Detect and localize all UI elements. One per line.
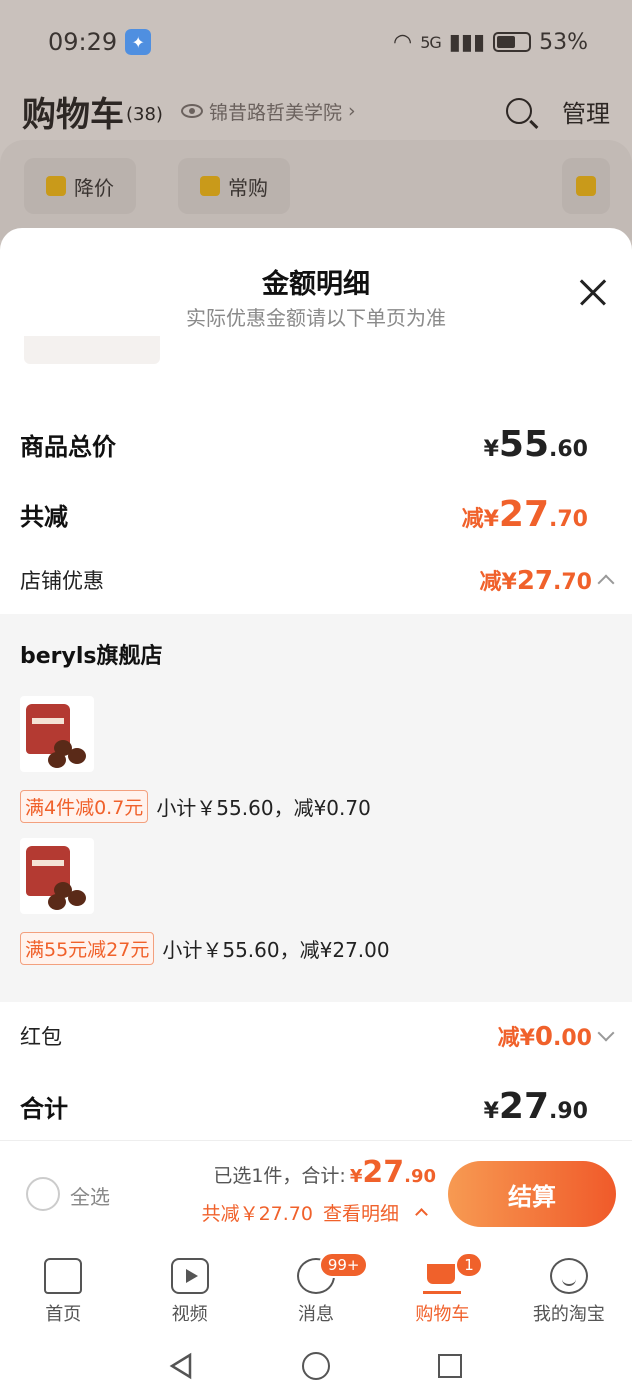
folder-button[interactable] <box>562 158 610 214</box>
goods-total-row: 商品总价 ¥55.60 <box>20 424 588 465</box>
tab-cart[interactable]: 1 购物车 <box>379 1248 505 1334</box>
cart-badge: 1 <box>455 1252 483 1278</box>
tab-messages[interactable]: 99+ 消息 <box>253 1248 379 1334</box>
chip-label: 常购 <box>228 175 268 200</box>
cart-plus-icon <box>200 176 220 196</box>
sheet-subtitle: 实际优惠金额请以下单页为准 <box>186 306 446 330</box>
location-selector[interactable]: 锦昔路哲美学院 › <box>180 98 356 125</box>
red-packet-label: 红包 <box>20 1025 62 1049</box>
promo-tag: 满55元减27元 <box>20 932 155 965</box>
chip-price-drop[interactable]: 降价 <box>24 158 136 214</box>
promo-line: 满55元减27元 小计￥55.60，减¥27.00 <box>20 932 390 965</box>
app-notification-icon: ✦ <box>125 29 152 55</box>
chevron-right-icon: › <box>347 100 356 122</box>
selected-summary: 已选1件，合计: ¥27.90 <box>213 1155 436 1190</box>
page-title: 购物车 <box>22 94 124 135</box>
discount-summary[interactable]: 共减￥27.70 查看明细 <box>201 1199 428 1226</box>
bottom-tab-bar: 首页 视频 99+ 消息 1 购物车 我的淘宝 <box>0 1248 632 1334</box>
video-icon <box>170 1258 209 1294</box>
search-icon[interactable] <box>506 98 532 124</box>
select-all-label[interactable]: 全选 <box>70 1181 110 1210</box>
sum-label: 合计 <box>20 1095 68 1123</box>
red-packet-amount: 减¥0.00 <box>497 1022 592 1052</box>
price-drop-icon <box>46 176 66 196</box>
checkout-button[interactable]: 结算 <box>448 1161 616 1227</box>
goods-total-amount: ¥55.60 <box>483 424 588 465</box>
promo-detail: 小计￥55.60，减¥27.00 <box>162 938 390 962</box>
cart-count: (38) <box>126 103 163 125</box>
battery-percent: 53% <box>539 29 588 55</box>
home-circle-icon[interactable] <box>302 1352 330 1380</box>
store-discount-panel: beryls旗舰店 满4件减0.7元 小计￥55.60，减¥0.70 满55元减… <box>0 614 632 1002</box>
status-time: 09:29 <box>48 28 118 56</box>
tab-my-taobao[interactable]: 我的淘宝 <box>506 1248 632 1334</box>
home-icon <box>44 1258 83 1294</box>
product-thumbnail-peek <box>24 336 160 364</box>
product-thumbnail[interactable] <box>20 696 94 772</box>
store-discount-row[interactable]: 店铺优惠 减¥27.70 <box>20 564 615 596</box>
recents-icon[interactable] <box>438 1354 462 1378</box>
select-all-radio[interactable] <box>26 1177 60 1211</box>
system-nav-bar <box>0 1334 632 1400</box>
chip-frequent[interactable]: 常购 <box>178 158 290 214</box>
cart-header: 购物车 (38) 锦昔路哲美学院 › 管理 <box>22 88 610 135</box>
close-icon[interactable] <box>578 278 608 308</box>
manage-button[interactable]: 管理 <box>562 94 610 129</box>
chevron-down-icon <box>597 1024 615 1042</box>
sheet-header: 金额明细 实际优惠金额请以下单页为准 <box>0 228 632 336</box>
amount-detail-sheet: 金额明细 实际优惠金额请以下单页为准 商品总价 ¥55.60 共减 减¥27.7… <box>0 228 632 1248</box>
chevron-up-icon <box>415 1208 428 1221</box>
promo-line: 满4件减0.7元 小计￥55.60，减¥0.70 <box>20 790 371 823</box>
location-label: 锦昔路哲美学院 <box>208 101 342 124</box>
back-icon[interactable] <box>168 1352 194 1380</box>
message-badge: 99+ <box>318 1252 369 1278</box>
discount-text: 共减￥27.70 <box>201 1203 313 1225</box>
promo-tag: 满4件减0.7元 <box>20 790 149 823</box>
eye-icon <box>180 104 203 118</box>
store-name: beryls旗舰店 <box>20 644 163 669</box>
checkout-total: ¥27.90 <box>349 1155 436 1190</box>
red-packet-row[interactable]: 红包 减¥0.00 <box>20 1020 615 1052</box>
checkout-bar: 全选 已选1件，合计: ¥27.90 共减￥27.70 查看明细 结算 <box>0 1140 632 1248</box>
total-discount-label: 共减 <box>20 503 68 531</box>
profile-icon <box>549 1258 588 1294</box>
battery-icon <box>493 32 532 52</box>
sheet-title: 金额明细 <box>262 269 370 300</box>
network-label: 5G <box>420 32 442 52</box>
chip-label: 降价 <box>74 175 114 200</box>
wifi-icon: ◠ <box>392 29 413 55</box>
view-detail-link[interactable]: 查看明细 <box>323 1199 399 1226</box>
tab-video[interactable]: 视频 <box>126 1248 252 1334</box>
status-bar: 09:29 ✦ ◠ 5G ▮▮▮ 53% <box>48 22 588 62</box>
total-discount-row: 共减 减¥27.70 <box>20 494 588 535</box>
total-discount-amount: 减¥27.70 <box>461 494 588 535</box>
sum-amount: ¥27.90 <box>483 1086 588 1127</box>
goods-total-label: 商品总价 <box>20 433 116 461</box>
product-thumbnail[interactable] <box>20 838 94 914</box>
promo-detail: 小计￥55.60，减¥0.70 <box>156 796 371 820</box>
folder-icon <box>576 176 596 196</box>
filter-chips: 降价 常购 <box>0 140 632 240</box>
store-discount-amount: 减¥27.70 <box>479 566 592 596</box>
background-page: 09:29 ✦ ◠ 5G ▮▮▮ 53% 购物车 (38) 锦昔路哲美学院 › … <box>0 0 632 260</box>
chevron-up-icon <box>597 574 615 592</box>
store-discount-label: 店铺优惠 <box>20 569 104 593</box>
sum-row: 合计 ¥27.90 <box>20 1086 588 1127</box>
tab-home[interactable]: 首页 <box>0 1248 126 1334</box>
signal-icon: ▮▮▮ <box>448 29 486 55</box>
